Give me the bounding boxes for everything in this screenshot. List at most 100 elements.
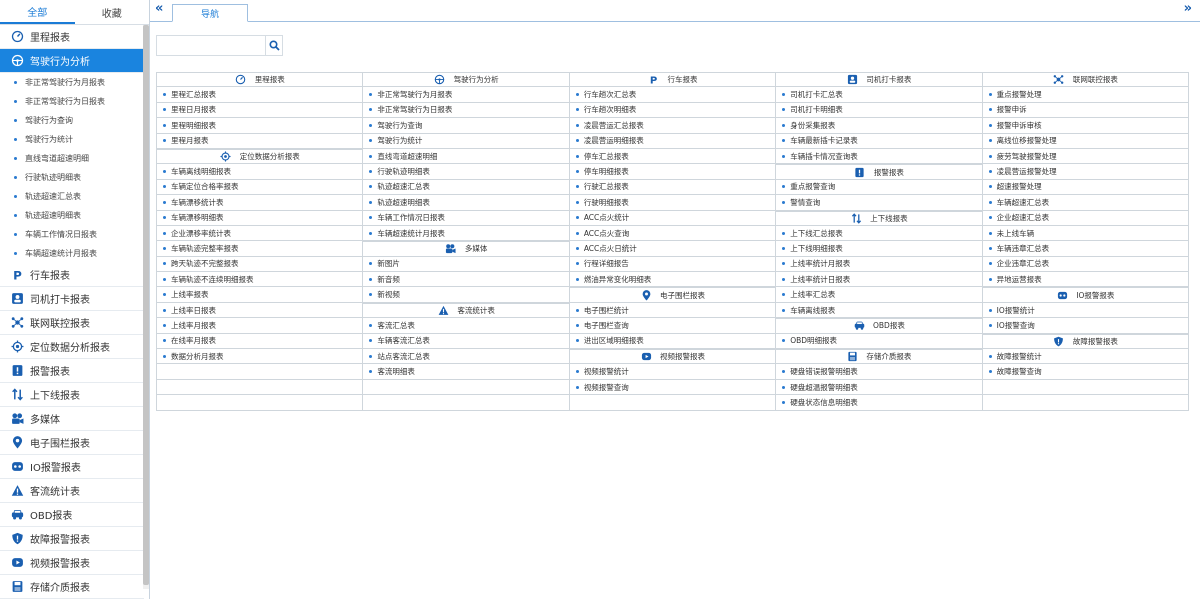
- tab-navigation[interactable]: 导航: [172, 4, 248, 22]
- report-link[interactable]: 报警申诉: [982, 103, 1189, 119]
- report-link[interactable]: 新视频: [363, 287, 569, 303]
- sidebar-group[interactable]: OBD报表: [0, 503, 144, 527]
- report-link[interactable]: 上线率统计月报表: [776, 257, 982, 273]
- report-link[interactable]: 停车明细报表: [569, 164, 776, 180]
- report-link[interactable]: 上线率汇总表: [776, 287, 982, 303]
- report-link[interactable]: 上线率日报表: [157, 303, 363, 319]
- report-link[interactable]: 警情查询: [776, 195, 982, 211]
- report-link[interactable]: 里程明细报表: [157, 118, 363, 134]
- report-link[interactable]: 疲劳驾驶报警处理: [982, 149, 1189, 165]
- report-link[interactable]: 电子围栏查询: [569, 318, 776, 334]
- sidebar-subitem[interactable]: 非正常驾驶行为日报表: [0, 92, 144, 111]
- sidebar-subitem[interactable]: 驾驶行为统计: [0, 130, 144, 149]
- report-link[interactable]: 硬盘错误报警明细表: [776, 364, 982, 380]
- report-link[interactable]: 硬盘状态信息明细表: [776, 395, 982, 411]
- sidebar-group[interactable]: 驾驶行为分析: [0, 49, 144, 73]
- sidebar-group[interactable]: 司机打卡报表: [0, 287, 144, 311]
- sidebar-group[interactable]: 定位数据分析报表: [0, 335, 144, 359]
- report-link[interactable]: 里程汇总报表: [157, 87, 363, 103]
- report-link[interactable]: 司机打卡汇总表: [776, 87, 982, 103]
- sidebar-scrollbar-thumb[interactable]: [143, 25, 149, 585]
- sidebar-group[interactable]: 联网联控报表: [0, 311, 144, 335]
- report-link[interactable]: 行车趟次明细表: [569, 103, 776, 119]
- tab-favorites[interactable]: 收藏: [75, 0, 150, 24]
- report-link[interactable]: 行车趟次汇总表: [569, 87, 776, 103]
- report-link[interactable]: 硬盘超温报警明细表: [776, 380, 982, 396]
- report-link[interactable]: 凌晨营运明细报表: [569, 134, 776, 149]
- report-link[interactable]: 驾驶行为查询: [363, 118, 569, 134]
- report-link[interactable]: 行驶轨迹明细表: [363, 164, 569, 180]
- report-link[interactable]: 车辆漂移统计表: [157, 195, 363, 211]
- report-link[interactable]: 离线位移报警处理: [982, 134, 1189, 149]
- report-link[interactable]: IO报警统计: [982, 303, 1189, 319]
- report-link[interactable]: 故障报警统计: [982, 349, 1189, 365]
- report-link[interactable]: 行驶明细报表: [569, 195, 776, 211]
- report-link[interactable]: 司机打卡明细表: [776, 103, 982, 119]
- report-link[interactable]: 车辆工作情况日报表: [363, 211, 569, 226]
- sidebar-group[interactable]: 故障报警报表: [0, 527, 144, 551]
- sidebar-group[interactable]: 视频报警报表: [0, 551, 144, 575]
- report-link[interactable]: 行驶汇总报表: [569, 180, 776, 196]
- report-link[interactable]: ACC点火查询: [569, 226, 776, 242]
- report-link[interactable]: 新图片: [363, 257, 569, 273]
- report-link[interactable]: 异地运营报表: [982, 272, 1189, 288]
- report-link[interactable]: 车辆超速汇总表: [982, 195, 1189, 211]
- sidebar-group[interactable]: 电子围栏报表: [0, 431, 144, 455]
- report-link[interactable]: 身份采集报表: [776, 118, 982, 134]
- report-link[interactable]: 驾驶行为统计: [363, 134, 569, 149]
- report-link[interactable]: 超速报警处理: [982, 180, 1189, 196]
- report-link[interactable]: 车辆漂移明细表: [157, 211, 363, 226]
- report-link[interactable]: 行程详细报告: [569, 257, 776, 273]
- sidebar-subitem[interactable]: 直线弯道超速明细: [0, 149, 144, 168]
- report-link[interactable]: 车辆离线明细报表: [157, 164, 363, 180]
- report-link[interactable]: 站点客流汇总表: [363, 349, 569, 365]
- sidebar-group[interactable]: 存储介质报表: [0, 575, 144, 599]
- search-input[interactable]: [156, 35, 265, 56]
- report-link[interactable]: IO报警查询: [982, 318, 1189, 334]
- report-link[interactable]: 车辆离线报表: [776, 303, 982, 319]
- collapse-left-icon[interactable]: «: [155, 1, 163, 16]
- report-link[interactable]: 燃油异常变化明细表: [569, 272, 776, 288]
- report-link[interactable]: 客流明细表: [363, 364, 569, 380]
- sidebar-subitem[interactable]: 轨迹超速明细表: [0, 206, 144, 225]
- report-link[interactable]: 轨迹超速汇总表: [363, 180, 569, 196]
- report-link[interactable]: 凌晨营运汇总报表: [569, 118, 776, 134]
- sidebar-subitem[interactable]: 车辆工作情况日报表: [0, 225, 144, 244]
- report-link[interactable]: 企业超速汇总表: [982, 211, 1189, 226]
- report-link[interactable]: 未上线车辆: [982, 226, 1189, 242]
- sidebar-subitem[interactable]: 轨迹超速汇总表: [0, 187, 144, 206]
- report-link[interactable]: 车辆超速统计月报表: [363, 226, 569, 242]
- report-link[interactable]: 上下线明细报表: [776, 241, 982, 257]
- sidebar-group[interactable]: P 行车报表: [0, 263, 144, 287]
- report-link[interactable]: 跨天轨迹不完整报表: [157, 257, 363, 273]
- report-link[interactable]: 进出区域明细报表: [569, 334, 776, 350]
- report-link[interactable]: 电子围栏统计: [569, 303, 776, 319]
- report-link[interactable]: 车辆轨迹完整率报表: [157, 241, 363, 257]
- sidebar-subitem[interactable]: 车辆超速统计月报表: [0, 244, 144, 263]
- report-link[interactable]: 在线率月报表: [157, 334, 363, 350]
- report-link[interactable]: 客流汇总表: [363, 318, 569, 334]
- report-link[interactable]: 停车汇总报表: [569, 149, 776, 165]
- report-link[interactable]: 车辆最新插卡记录表: [776, 134, 982, 149]
- tab-all[interactable]: 全部: [0, 0, 75, 24]
- sidebar-group[interactable]: 多媒体: [0, 407, 144, 431]
- report-link[interactable]: 数据分析月报表: [157, 349, 363, 365]
- report-link[interactable]: 重点报警查询: [776, 180, 982, 196]
- report-link[interactable]: 非正常驾驶行为日报表: [363, 103, 569, 119]
- report-link[interactable]: ACC点火日统计: [569, 241, 776, 257]
- sidebar-group[interactable]: 里程报表: [0, 25, 144, 49]
- sidebar-group[interactable]: IO报警报表: [0, 455, 144, 479]
- sidebar-group[interactable]: 客流统计表: [0, 479, 144, 503]
- report-link[interactable]: 企业漂移率统计表: [157, 226, 363, 242]
- search-button[interactable]: [265, 35, 283, 56]
- report-link[interactable]: 重点报警处理: [982, 87, 1189, 103]
- report-link[interactable]: 车辆违章汇总表: [982, 241, 1189, 257]
- report-link[interactable]: 上线率统计日报表: [776, 272, 982, 288]
- sidebar-group[interactable]: 上下线报表: [0, 383, 144, 407]
- report-link[interactable]: 直线弯道超速明细: [363, 149, 569, 165]
- report-link[interactable]: 凌晨营运报警处理: [982, 164, 1189, 180]
- report-link[interactable]: 上线率月报表: [157, 318, 363, 334]
- sidebar-subitem[interactable]: 驾驶行为查询: [0, 111, 144, 130]
- report-link[interactable]: 上下线汇总报表: [776, 226, 982, 242]
- report-link[interactable]: 报警申诉审核: [982, 118, 1189, 134]
